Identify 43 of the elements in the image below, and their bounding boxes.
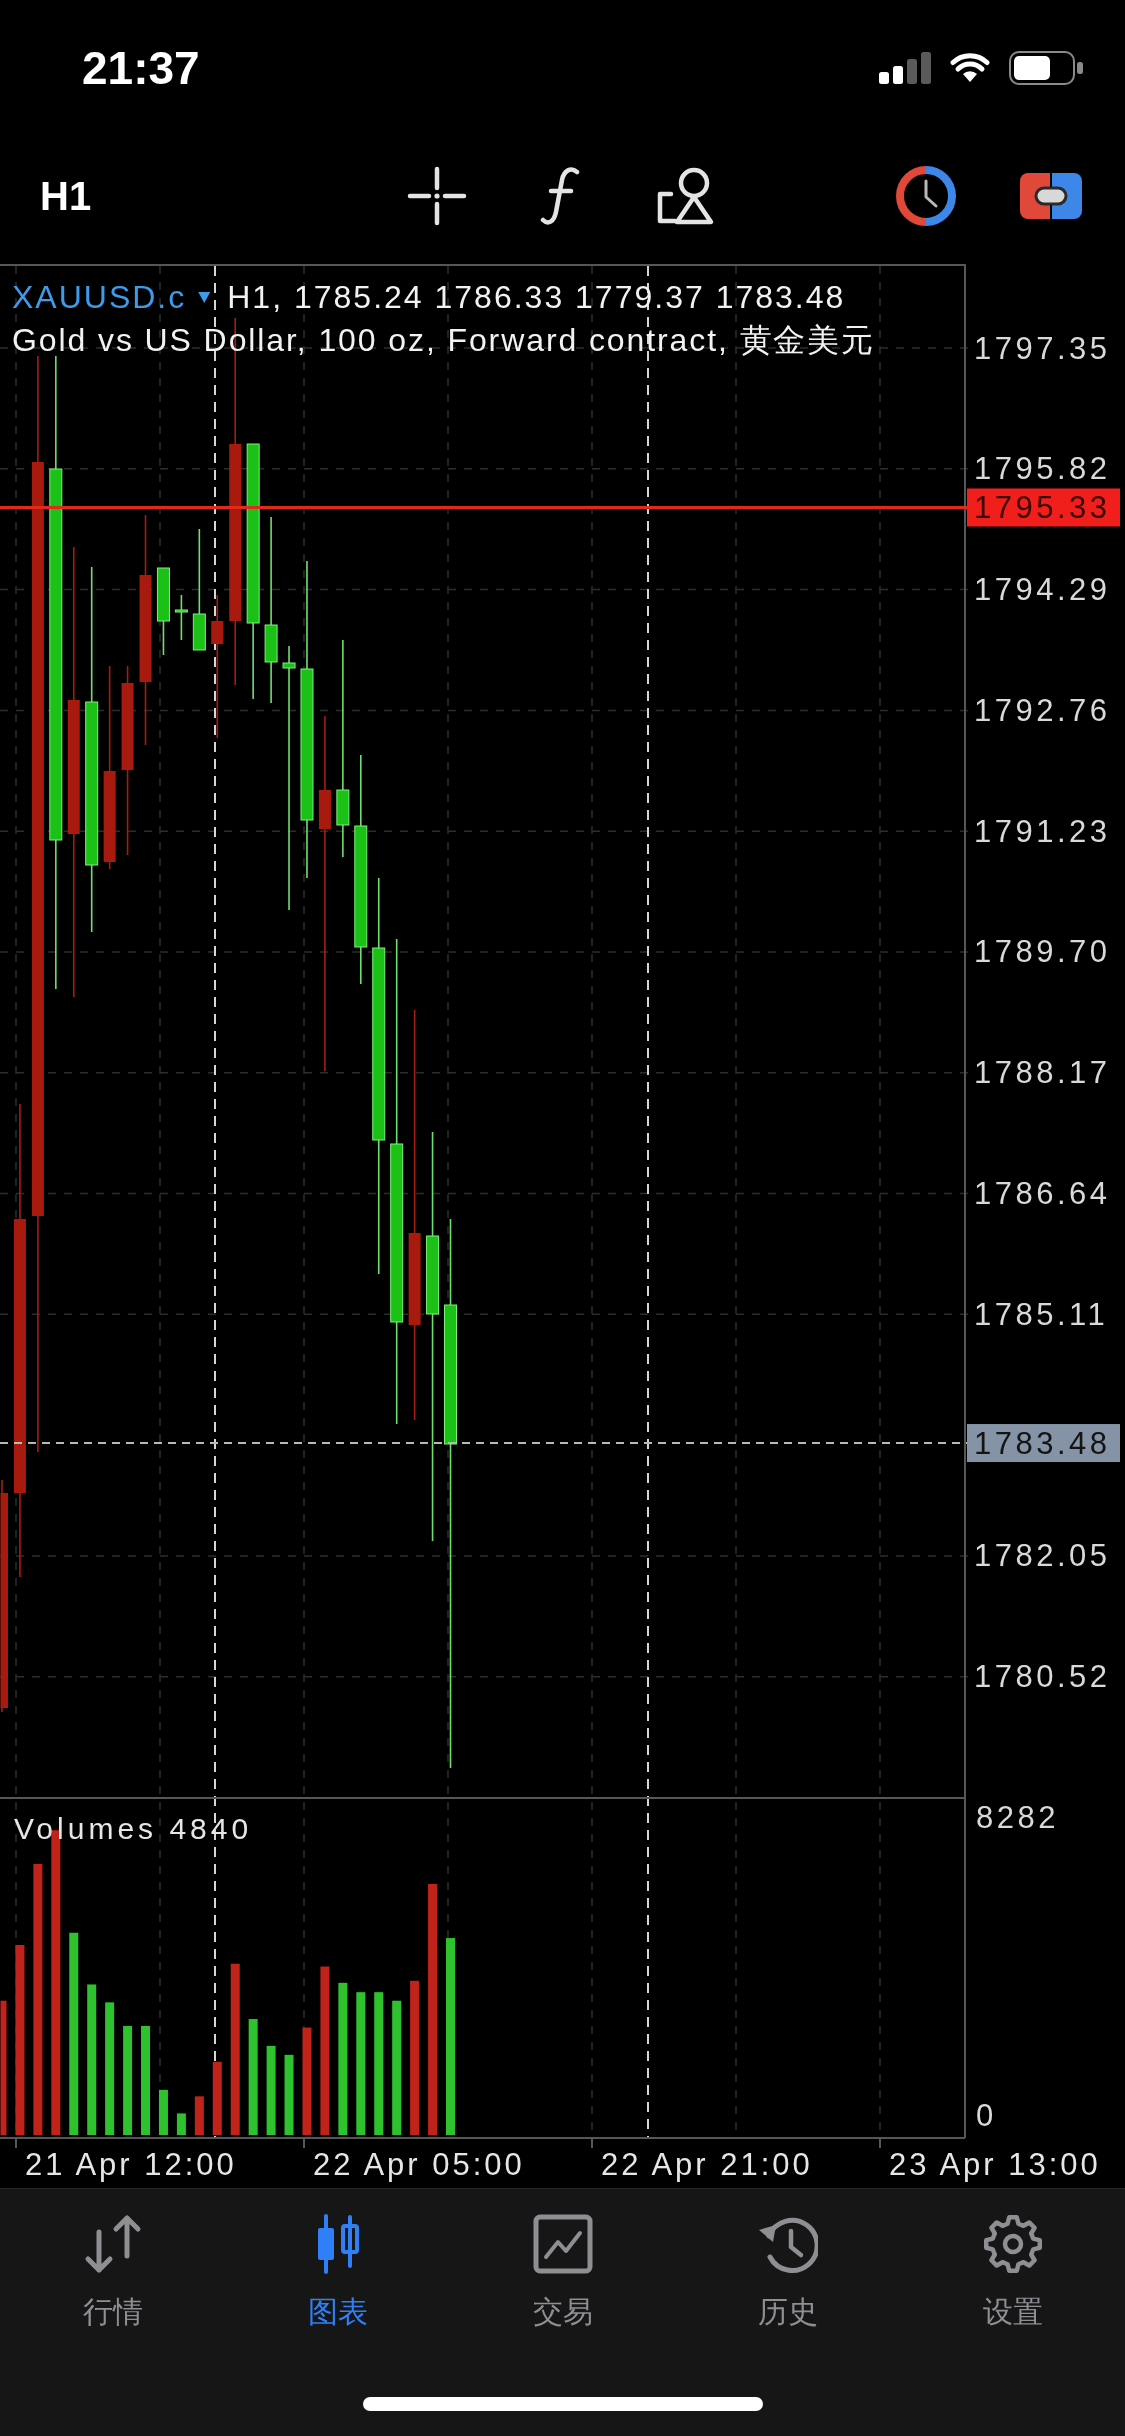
clock-icon[interactable]	[896, 166, 956, 226]
wifi-icon	[950, 53, 990, 83]
price-label: 1789.70	[974, 934, 1111, 970]
price-label: 1782.05	[974, 1538, 1111, 1574]
ohlc-readout: H1, 1785.24 1786.33 1779.37 1783.48	[227, 279, 846, 315]
nav-tab[interactable]: 图表	[225, 2214, 450, 2330]
settings-icon	[982, 2214, 1043, 2274]
volume-axis-label: 8282	[976, 1799, 1059, 1835]
nav-tab[interactable]: 设置	[900, 2214, 1125, 2330]
volume-bar	[176, 2113, 186, 2135]
price-label: 1797.35	[974, 330, 1111, 366]
volume-bar	[194, 2096, 204, 2135]
price-label: 1795.82	[974, 451, 1111, 487]
crosshair-icon[interactable]	[407, 166, 467, 226]
volume-title: Volumes 4840	[14, 1811, 253, 1845]
battery-icon	[1009, 51, 1083, 85]
time-label: 22 Apr 21:00	[601, 2146, 813, 2182]
shapes-icon[interactable]	[655, 166, 715, 226]
timeframe-button[interactable]: H1	[40, 176, 92, 216]
price-label: 1785.11	[974, 1296, 1109, 1332]
time-label: 22 Apr 05:00	[313, 2146, 525, 2182]
price-tag: 1795.33	[967, 488, 1120, 527]
clock-time: 21:37	[82, 45, 200, 91]
price-label: 1791.23	[974, 813, 1111, 849]
price-tag: 1783.48	[967, 1424, 1120, 1463]
line-chart-icon	[532, 2214, 593, 2274]
time-label: 23 Apr 13:00	[889, 2146, 1101, 2182]
caret-icon[interactable]	[198, 292, 211, 303]
price-label: 1780.52	[974, 1659, 1111, 1695]
candle	[174, 594, 188, 641]
time-label: 21 Apr 12:00	[25, 2146, 237, 2182]
price-label: 1794.29	[974, 572, 1111, 608]
price-label: 1792.76	[974, 692, 1111, 728]
nav-tab[interactable]: 历史	[675, 2214, 900, 2330]
volume-axis-label: 0	[976, 2097, 997, 2133]
symbol-label[interactable]: XAUUSD.c	[12, 279, 187, 315]
price-label: 1786.64	[974, 1176, 1111, 1212]
signal-icon	[879, 52, 931, 84]
nav-tab[interactable]: 交易	[450, 2214, 675, 2330]
nav-tab[interactable]: 行情	[0, 2214, 225, 2330]
toggle-icon[interactable]	[1020, 173, 1082, 219]
volume-bar	[158, 2089, 168, 2135]
price-label: 1788.17	[974, 1055, 1111, 1091]
